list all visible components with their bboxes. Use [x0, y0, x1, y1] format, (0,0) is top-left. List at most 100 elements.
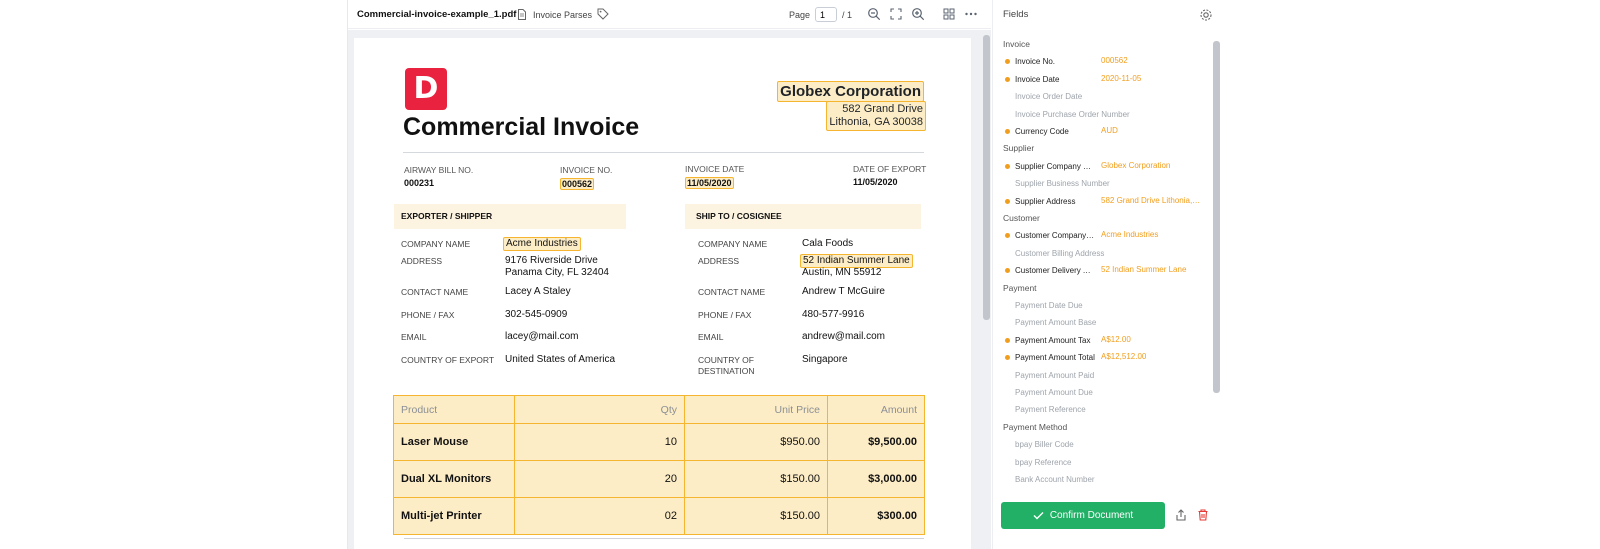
field-row[interactable]: Supplier Company Na... Globex Corporation: [993, 159, 1209, 173]
file-name: Commercial-invoice-example_1.pdf: [357, 9, 517, 20]
gear-icon[interactable]: [1199, 8, 1213, 22]
divider: [404, 538, 924, 539]
date-of-export-block: DATE OF EXPORT 11/05/2020: [853, 164, 926, 187]
field-row[interactable]: Payment Amount Due: [993, 385, 1209, 399]
field-row[interactable]: Customer Delivery Ad... 52 Indian Summer …: [993, 263, 1209, 277]
product-column-header: Product: [401, 403, 438, 416]
field-row[interactable]: Customer Company N... Acme Industries: [993, 228, 1209, 242]
invoice-parses-label: Invoice Parses: [533, 9, 593, 20]
field-group-label: Payment: [1003, 282, 1037, 293]
document-viewer[interactable]: D Commercial Invoice Globex Corporation …: [348, 30, 991, 549]
field-row[interactable]: Payment Amount Base: [993, 315, 1209, 329]
field-group-header: Invoice: [993, 37, 1209, 51]
invoice-date-label: INVOICE DATE: [685, 164, 745, 174]
field-value: AUD: [1101, 126, 1118, 135]
field-row[interactable]: Payment Reference: [993, 402, 1209, 416]
field-row[interactable]: Bank Account Number: [993, 472, 1209, 486]
field-row[interactable]: Payment Amount Total A$12,512.00: [993, 350, 1209, 364]
field-label: Customer Company N...: [1015, 231, 1095, 241]
fields-panel-title: Fields: [1003, 9, 1029, 20]
field-label: Invoice Purchase Order Number: [1015, 109, 1130, 119]
field-status-dot: [1005, 129, 1010, 134]
field-label: Supplier Business Number: [1015, 179, 1110, 189]
company-logo: D: [405, 68, 447, 110]
fields-scrollbar-thumb[interactable]: [1213, 41, 1220, 393]
app-window: Commercial-invoice-example_1.pdf Invoice…: [347, 0, 1221, 549]
viewer-scrollbar-thumb[interactable]: [983, 35, 990, 320]
grid-view-icon[interactable]: [942, 7, 956, 21]
exporter-section-header: EXPORTER / SHIPPER: [394, 204, 626, 229]
fields-list[interactable]: Invoice Invoice No. 000562 Invoice Date 2020…: [993, 34, 1209, 492]
invoice-parses-button[interactable]: Invoice Parses: [517, 9, 592, 20]
field-value: 000562: [1101, 56, 1128, 66]
field-value: 2020-11-05: [1101, 73, 1142, 83]
field-group-header: Supplier: [993, 141, 1209, 155]
exporter-contact-label: CONTACT NAME: [401, 287, 469, 297]
field-row[interactable]: Payment Amount Tax A$12.00: [993, 333, 1209, 347]
amount-cell: $9,500.00: [827, 424, 924, 460]
field-value: Globex Corporation: [1101, 160, 1171, 170]
supplier-name-highlight[interactable]: Globex Corporation: [777, 81, 924, 102]
product-cell: Multi-jet Printer: [401, 510, 482, 522]
consignee-address-highlight[interactable]: 52 Indian Summer Lane: [800, 254, 913, 268]
table-header-row: Product Qty Unit Price Amount: [394, 396, 924, 423]
airway-bill-value: 000231: [404, 178, 435, 188]
supplier-address-highlight[interactable]: 582 Grand Drive Lithonia, GA 30038: [826, 101, 926, 131]
invoice-no-highlight[interactable]: 000562: [560, 178, 595, 190]
exporter-phone-value: 302-545-0909: [505, 309, 568, 320]
confirm-document-button[interactable]: Confirm Document: [1001, 502, 1165, 529]
date-of-export-value: 11/05/2020: [853, 177, 898, 187]
table-row[interactable]: Multi-jet Printer 02 $150.00 $300.00: [394, 497, 924, 534]
field-group-label: Payment Method: [1003, 421, 1068, 432]
field-row[interactable]: Payment Date Due: [993, 298, 1209, 312]
consignee-contact-label: CONTACT NAME: [698, 287, 766, 297]
product-cell: Dual XL Monitors: [401, 473, 492, 485]
zoom-out-icon[interactable]: [867, 7, 881, 21]
share-icon[interactable]: [1174, 508, 1188, 522]
zoom-in-icon[interactable]: [911, 7, 925, 21]
unit-price-cell: $950.00: [684, 424, 827, 460]
fit-screen-icon[interactable]: [889, 7, 903, 21]
more-options-icon[interactable]: [964, 7, 978, 21]
field-status-dot: [1005, 337, 1010, 343]
viewer-scrollbar[interactable]: [982, 32, 990, 537]
field-group-header: Customer: [993, 211, 1209, 225]
supplier-address-line2: Lithonia, GA 30038: [829, 116, 923, 128]
line-items-table[interactable]: Product Qty Unit Price Amount Laser Mous…: [393, 395, 925, 535]
field-status-dot: [1005, 198, 1010, 204]
exporter-phone-label: PHONE / FAX: [401, 310, 455, 320]
consignee-phone-label: PHONE / FAX: [698, 310, 752, 320]
field-row[interactable]: Supplier Address 582 Grand Drive Lithonia…: [993, 194, 1209, 208]
field-group-header: Payment: [993, 281, 1209, 295]
field-row[interactable]: bpay Biller Code: [993, 437, 1209, 451]
field-row[interactable]: Invoice Date 2020-11-05: [993, 72, 1209, 86]
tag-icon[interactable]: [597, 8, 609, 20]
field-row[interactable]: Invoice Order Date: [993, 89, 1209, 103]
field-label: Payment Amount Tax: [1015, 335, 1091, 345]
trash-icon[interactable]: [1196, 508, 1210, 522]
field-row[interactable]: Customer Billing Address: [993, 246, 1209, 260]
field-row[interactable]: Invoice Purchase Order Number: [993, 107, 1209, 121]
field-row[interactable]: bpay Reference: [993, 455, 1209, 469]
invoice-date-highlight[interactable]: 11/05/2020: [685, 177, 734, 189]
exporter-company-highlight[interactable]: Acme Industries: [503, 237, 581, 251]
consignee-country-label-line2: DESTINATION: [698, 366, 755, 376]
field-row[interactable]: Supplier Business Number: [993, 176, 1209, 190]
field-label: Payment Reference: [1015, 405, 1086, 415]
exporter-company-label: COMPANY NAME: [401, 239, 471, 249]
field-status-dot: [1005, 268, 1010, 274]
field-row[interactable]: Invoice No. 000562: [993, 54, 1209, 68]
consignee-phone-value: 480-577-9916: [802, 309, 865, 320]
product-cell: Laser Mouse: [401, 436, 469, 448]
table-row[interactable]: Dual XL Monitors 20 $150.00 $3,000.00: [394, 460, 924, 497]
fields-scrollbar[interactable]: [1211, 33, 1220, 495]
field-row[interactable]: Payment Amount Paid: [993, 368, 1209, 382]
field-label: Payment Amount Total: [1015, 353, 1095, 363]
field-label: Customer Billing Address: [1015, 248, 1105, 258]
field-row[interactable]: Currency Code AUD: [993, 124, 1209, 138]
table-row[interactable]: Laser Mouse 10 $950.00 $9,500.00: [394, 423, 924, 460]
page-input[interactable]: [815, 7, 838, 22]
field-label: Payment Amount Due: [1015, 388, 1093, 397]
field-status-dot: [1005, 355, 1010, 361]
exporter-address-line1: 9176 Riverside Drive: [505, 255, 598, 266]
